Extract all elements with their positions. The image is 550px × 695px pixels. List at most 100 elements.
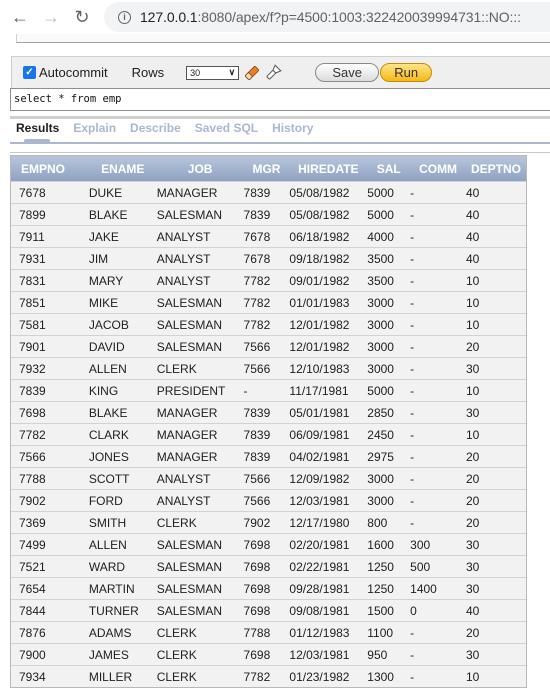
- table-row: 7931 JIM ANALYST 7678 09/18/1982 3500-40: [11, 247, 526, 270]
- cell-hiredate: 09/18/1982: [289, 247, 368, 270]
- cell-ename: WARD: [86, 555, 157, 578]
- arrow-right-icon: →: [42, 6, 60, 27]
- table-row: 7788 SCOTT ANALYST 7566 12/09/1982 3000-20: [11, 467, 526, 490]
- cell-sal: 950: [367, 643, 411, 666]
- column-header-empno[interactable]: EMPNO: [11, 156, 87, 182]
- cell-hiredate: 12/03/1981: [289, 643, 368, 666]
- tab-results[interactable]: Results: [16, 121, 59, 135]
- cell-empno: 7844: [11, 599, 87, 622]
- autocommit-checkbox[interactable]: ✓: [23, 66, 36, 79]
- table-row: 7698 BLAKE MANAGER 7839 05/01/1981 2850-30: [11, 401, 526, 424]
- cell-comm: -: [410, 467, 466, 490]
- rows-label: Rows: [131, 65, 165, 80]
- tab-history[interactable]: History: [272, 121, 313, 135]
- cell-mgr: 7678: [243, 247, 290, 270]
- cell-hiredate: 12/03/1981: [289, 489, 368, 512]
- tab-explain[interactable]: Explain: [73, 121, 116, 135]
- cell-ename: JONES: [86, 445, 157, 468]
- cell-mgr: 7566: [243, 489, 290, 512]
- table-row: 7839 KING PRESIDENT -11/17/1981 5000-10: [11, 379, 526, 402]
- column-header-sal[interactable]: SAL: [367, 156, 411, 182]
- table-row: 7911 JAKE ANALYST 7678 06/18/1982 4000-40: [11, 225, 526, 248]
- url-host: 127.0.0.1: [140, 9, 198, 25]
- cell-deptno: 30: [466, 401, 526, 424]
- column-header-comm[interactable]: COMM: [410, 156, 466, 182]
- cell-job: ANALYST: [156, 489, 244, 512]
- cell-hiredate: 01/01/1983: [289, 291, 368, 314]
- run-button[interactable]: Run: [380, 63, 433, 82]
- cell-deptno: 30: [466, 555, 526, 578]
- cell-mgr: 7839: [243, 181, 290, 204]
- chevron-down-icon: ∨: [228, 67, 236, 77]
- cell-mgr: 7839: [243, 203, 290, 226]
- rows-select[interactable]: 30 ∨: [186, 65, 240, 80]
- cell-mgr: 7782: [243, 291, 290, 314]
- cell-job: ANALYST: [156, 467, 244, 490]
- cell-job: SALESMAN: [156, 203, 244, 226]
- cell-job: ANALYST: [156, 269, 244, 292]
- cell-ename: KING: [86, 379, 157, 402]
- column-header-hiredate[interactable]: HIREDATE: [289, 156, 368, 182]
- table-header-row: EMPNO ENAME JOB MGR HIREDATE SAL COMM DEPTNO: [11, 156, 526, 182]
- cell-deptno: 40: [466, 225, 526, 248]
- tab-describe[interactable]: Describe: [130, 121, 181, 135]
- cell-mgr: 7698: [243, 577, 290, 600]
- address-bar[interactable]: i 127.0.0.1:8080/apex/f?p=4500:1003:3224…: [104, 2, 550, 32]
- cell-empno: 7499: [11, 533, 87, 556]
- save-button[interactable]: Save: [315, 63, 380, 82]
- eraser-icon[interactable]: [243, 64, 261, 82]
- column-header-mgr[interactable]: MGR: [243, 156, 290, 182]
- cell-deptno: 40: [466, 599, 526, 622]
- cell-empno: 7900: [11, 643, 87, 666]
- cell-ename: ADAMS: [86, 621, 157, 644]
- cell-deptno: 40: [466, 203, 526, 226]
- cell-job: SALESMAN: [156, 313, 244, 336]
- table-row: 7844 TURNER SALESMAN 7698 09/08/1981 1500 0 40: [11, 599, 526, 622]
- cell-job: CLERK: [156, 357, 244, 380]
- cell-hiredate: 02/22/1981: [289, 555, 368, 578]
- cell-ename: SCOTT: [86, 467, 157, 490]
- sql-toolbar: ✓ Autocommit Rows 30 ∨ Save Run: [11, 56, 550, 88]
- cell-mgr: 7782: [243, 269, 290, 292]
- cell-ename: MARTIN: [86, 577, 157, 600]
- info-icon[interactable]: i: [118, 10, 131, 24]
- flashlight-icon[interactable]: [264, 63, 282, 82]
- reload-button[interactable]: ↻: [71, 6, 93, 28]
- cell-empno: 7581: [11, 313, 87, 336]
- cell-job: SALESMAN: [156, 291, 244, 314]
- cell-job: SALESMAN: [156, 577, 244, 600]
- browser-toolbar: ← → ↻ i 127.0.0.1:8080/apex/f?p=4500:100…: [0, 0, 550, 34]
- autocommit-label[interactable]: Autocommit: [39, 65, 108, 80]
- cell-job: CLERK: [156, 621, 244, 644]
- cell-empno: 7931: [11, 247, 87, 270]
- back-button[interactable]: ←: [9, 6, 31, 28]
- cell-empno: 7911: [11, 225, 87, 248]
- column-header-deptno[interactable]: DEPTNO: [466, 156, 526, 182]
- tab-saved-sql[interactable]: Saved SQL: [195, 121, 258, 135]
- cell-comm: -: [410, 379, 466, 402]
- url-path: :8080/apex/f?p=4500:1003:322420039994731…: [197, 9, 522, 25]
- cell-empno: 7654: [11, 577, 87, 600]
- table-row: 7369 SMITH CLERK 7902 12/17/1980 800-20: [11, 511, 526, 534]
- cell-ename: JIM: [86, 247, 157, 270]
- column-header-ename[interactable]: ENAME: [86, 156, 157, 182]
- cell-sal: 3000: [367, 335, 411, 358]
- table-row: 7902 FORD ANALYST 7566 12/03/1981 3000-20: [11, 489, 526, 512]
- sql-editor[interactable]: select * from emp: [10, 88, 550, 111]
- cell-hiredate: 02/20/1981: [289, 533, 368, 556]
- cell-mgr: 7902: [243, 511, 290, 534]
- cell-ename: ALLEN: [86, 533, 157, 556]
- column-header-job[interactable]: JOB: [156, 156, 244, 182]
- cell-empno: 7831: [11, 269, 87, 292]
- cell-job: SALESMAN: [156, 533, 244, 556]
- cell-sal: 3000: [367, 489, 411, 512]
- forward-button[interactable]: →: [40, 6, 62, 28]
- cell-mgr: -: [243, 379, 290, 402]
- cell-ename: SMITH: [86, 511, 157, 534]
- cell-comm: -: [410, 445, 466, 468]
- cell-ename: JACOB: [86, 313, 157, 336]
- cell-sal: 800: [367, 511, 411, 534]
- cell-empno: 7782: [11, 423, 87, 446]
- cell-ename: MIKE: [86, 291, 157, 314]
- cell-mgr: 7788: [243, 621, 290, 644]
